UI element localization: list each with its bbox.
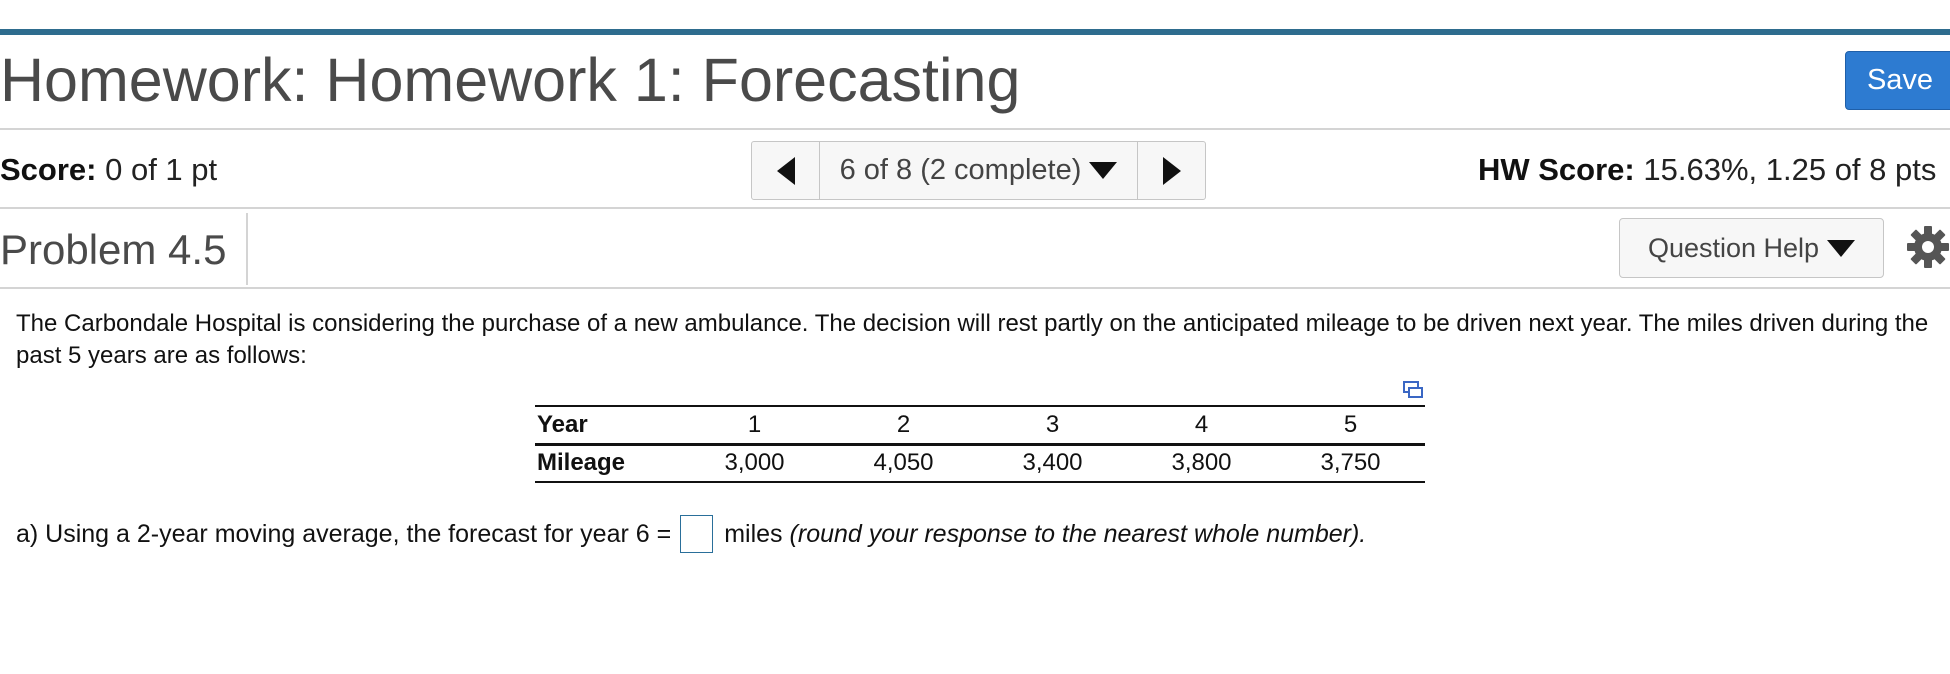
gear-icon[interactable] [1906, 225, 1950, 269]
table-row: Mileage 3,000 4,050 3,400 3,800 3,750 [535, 444, 1425, 483]
copy-table-icon[interactable] [1402, 379, 1424, 401]
part-a-unit: miles [724, 520, 783, 548]
table-cell: 3,750 [1276, 444, 1425, 483]
question-position: 6 of 8 (2 complete) [839, 154, 1082, 186]
table-cell: 2 [829, 405, 978, 446]
problem-title: Problem 4.5 [0, 226, 227, 273]
table-cell: 3,400 [978, 444, 1127, 483]
next-question-button[interactable] [1138, 142, 1205, 199]
score-value: 0 of 1 pt [105, 152, 218, 187]
question-navigator: 6 of 8 (2 complete) [751, 141, 1206, 200]
hw-score-label: HW Score: [1478, 152, 1635, 187]
table-cell: 3,000 [680, 444, 829, 483]
table-cell: 3,800 [1127, 444, 1276, 483]
triangle-down-icon [1827, 239, 1856, 257]
problem-title-separator [246, 213, 248, 285]
part-a-line: a) Using a 2-year moving average, the fo… [16, 514, 1366, 554]
table-cell: 5 [1276, 405, 1425, 446]
question-help-label: Question Help [1647, 232, 1820, 263]
table-row: Year 1 2 3 4 5 [535, 405, 1425, 446]
table-cell: 1 [680, 405, 829, 446]
table-row-label: Year [535, 405, 680, 446]
answer-input[interactable] [680, 515, 714, 553]
table-row-label: Mileage [535, 444, 680, 483]
part-a-prompt: a) Using a 2-year moving average, the fo… [16, 520, 672, 548]
mileage-table: Year 1 2 3 4 5 Mileage 3,000 4,050 3,400… [535, 405, 1425, 483]
question-text: The Carbondale Hospital is considering t… [16, 310, 1929, 369]
score-label: Score: [0, 152, 97, 187]
triangle-down-icon [1089, 162, 1118, 179]
divider [0, 128, 1950, 130]
question-selector-dropdown[interactable]: 6 of 8 (2 complete) [820, 142, 1138, 199]
hw-score-display: HW Score: 15.63%, 1.25 of 8 pts [1478, 150, 1936, 190]
previous-question-button[interactable] [752, 142, 820, 199]
score-display: Score: 0 of 1 pt [0, 150, 217, 190]
top-accent-bar [0, 29, 1950, 35]
divider [0, 207, 1950, 209]
triangle-right-icon [1162, 156, 1181, 185]
divider [0, 287, 1950, 289]
table-cell: 4,050 [829, 444, 978, 483]
hw-score-value: 15.63%, 1.25 of 8 pts [1643, 152, 1937, 187]
table-cell: 4 [1127, 405, 1276, 446]
page-title: Homework: Homework 1: Forecasting [0, 46, 1021, 114]
save-button[interactable]: Save [1845, 51, 1950, 110]
part-a-instruction: (round your response to the nearest whol… [789, 520, 1367, 548]
question-help-button[interactable]: Question Help [1619, 218, 1884, 278]
triangle-left-icon [776, 156, 795, 185]
table-cell: 3 [978, 405, 1127, 446]
